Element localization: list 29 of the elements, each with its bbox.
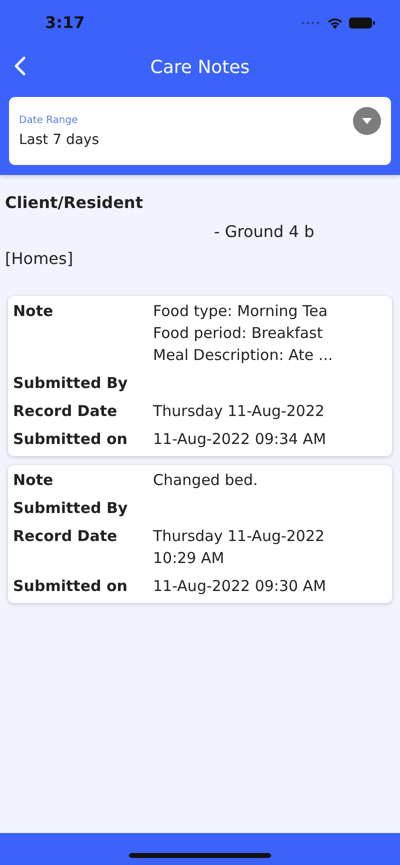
field-value: Food period: Breakfast [153, 324, 324, 342]
caret-icon [353, 107, 381, 135]
field-value: Thursday 11-Aug-2022 [153, 402, 326, 420]
field-label: Note [13, 471, 54, 489]
battery-icon [349, 16, 375, 28]
field-label: Submitted on [13, 430, 128, 448]
field-value: 10:29 AM [153, 549, 226, 567]
signal-icon [301, 20, 321, 24]
date-range-dropdown[interactable]: Date Range Last 7 days [9, 97, 391, 165]
status-time: 3:17 [45, 13, 85, 32]
field-label: Submitted By [13, 374, 129, 392]
field-label: Record Date [13, 527, 118, 547]
field-value: Thursday 11-Aug-2022 [153, 527, 326, 545]
client-facility: [Homes] [5, 249, 74, 268]
field-value: Meal Description: Ate ... [153, 346, 334, 364]
client-location: - Ground 4 b [214, 222, 316, 241]
field-label: Record Date [13, 402, 118, 420]
field-label: Submitted By [13, 499, 129, 517]
client-heading: Client/Resident [5, 193, 144, 212]
field-value: Food type: Morning Tea [153, 302, 329, 320]
field-label: Submitted on [13, 577, 128, 595]
page-title: Care Notes [150, 56, 250, 78]
field-value: 11-Aug-2022 09:34 AM [153, 430, 328, 448]
wifi-icon [327, 16, 343, 28]
dropdown-value: Last 7 days [19, 132, 100, 148]
field-value: Changed bed. [153, 471, 259, 489]
dropdown-label: Date Range [19, 114, 79, 126]
field-label: Note [13, 302, 54, 322]
field-value: 11-Aug-2022 09:30 AM [153, 577, 328, 595]
